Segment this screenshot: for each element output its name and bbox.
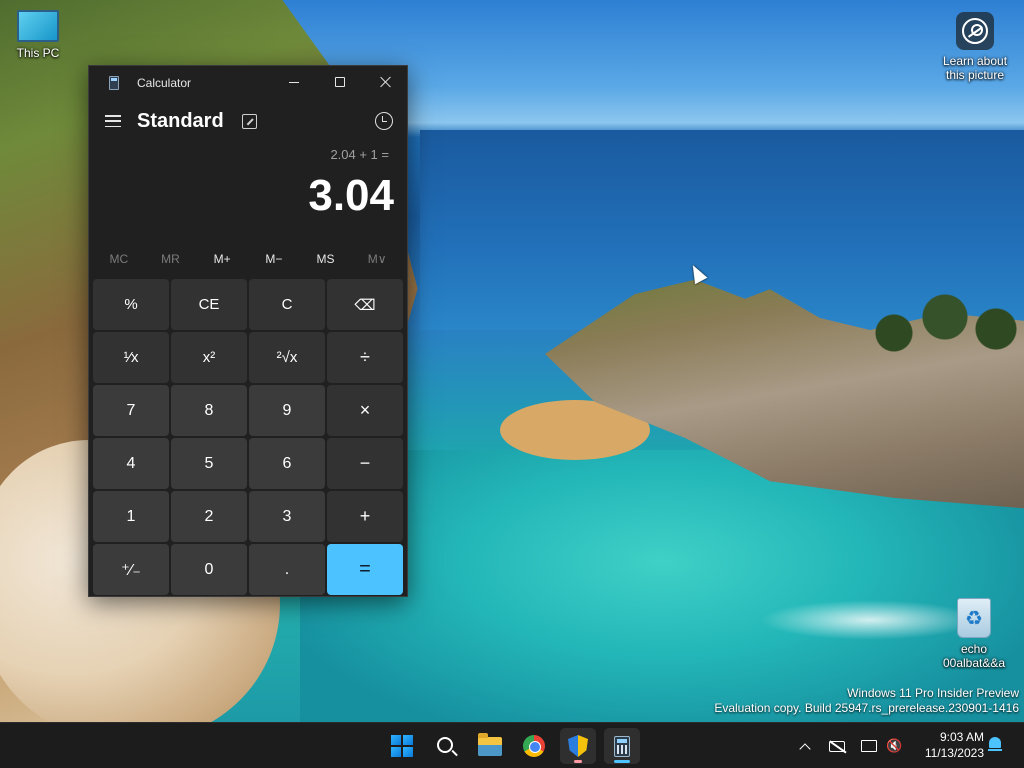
clear-entry-button[interactable]: CE bbox=[171, 279, 247, 330]
memory-subtract-button[interactable]: M− bbox=[248, 252, 300, 266]
learn-label-line2: this picture bbox=[945, 68, 1005, 82]
learn-label-line1: Learn about bbox=[942, 54, 1008, 68]
taskbar: 🔇 9:03 AM 11/13/2023 bbox=[0, 722, 1024, 768]
desktop-icon-label: Learn about this picture bbox=[943, 54, 1007, 82]
watermark-line2: Evaluation copy. Build 25947.rs_prerelea… bbox=[714, 701, 1019, 715]
digit-5-button[interactable]: 5 bbox=[171, 438, 247, 489]
multiply-button[interactable]: × bbox=[327, 385, 403, 436]
taskbar-clock[interactable]: 9:03 AM 11/13/2023 bbox=[914, 729, 984, 761]
calculator-icon bbox=[614, 735, 630, 757]
percent-button[interactable]: % bbox=[93, 279, 169, 330]
divide-button[interactable]: ÷ bbox=[327, 332, 403, 383]
camera-info-icon bbox=[956, 12, 994, 50]
maximize-icon bbox=[335, 77, 345, 87]
desktop-icon-label: echo 00albat&&a bbox=[943, 642, 1005, 670]
memory-store-button[interactable]: MS bbox=[300, 252, 352, 266]
backspace-button[interactable]: ⌫ bbox=[327, 279, 403, 330]
desktop-icon-learn-about-picture[interactable]: Learn about this picture bbox=[935, 12, 1015, 82]
taskbar-calculator[interactable] bbox=[604, 728, 640, 764]
memory-list-button[interactable]: M∨ bbox=[351, 252, 403, 266]
recycle-label-line1: echo bbox=[960, 642, 988, 656]
minus-button[interactable]: − bbox=[327, 438, 403, 489]
digit-7-button[interactable]: 7 bbox=[93, 385, 169, 436]
calculator-app-icon bbox=[109, 75, 119, 90]
expression-display: 2.04 + 1 = bbox=[330, 147, 389, 162]
reciprocal-button[interactable]: ¹⁄x bbox=[93, 332, 169, 383]
navigation-menu-button[interactable] bbox=[105, 115, 121, 127]
network-disconnected-icon bbox=[829, 740, 845, 752]
digit-6-button[interactable]: 6 bbox=[249, 438, 325, 489]
digit-2-button[interactable]: 2 bbox=[171, 491, 247, 542]
taskbar-search-button[interactable] bbox=[428, 728, 464, 764]
memory-add-button[interactable]: M+ bbox=[196, 252, 248, 266]
digit-3-button[interactable]: 3 bbox=[249, 491, 325, 542]
negate-button[interactable]: ⁺⁄₋ bbox=[93, 544, 169, 595]
close-button[interactable] bbox=[363, 66, 409, 98]
monitor-icon bbox=[17, 10, 59, 42]
volume-muted-icon: 🔇 bbox=[886, 738, 903, 753]
minimize-button[interactable] bbox=[271, 66, 317, 98]
desktop-icon-label: This PC bbox=[16, 46, 60, 60]
taskbar-chrome[interactable] bbox=[516, 728, 552, 764]
volume-status[interactable]: 🔇 bbox=[886, 723, 902, 768]
digit-9-button[interactable]: 9 bbox=[249, 385, 325, 436]
close-icon bbox=[380, 76, 392, 88]
notifications-button[interactable] bbox=[988, 737, 1002, 753]
running-indicator bbox=[574, 760, 582, 763]
square-root-button[interactable]: ²√x bbox=[249, 332, 325, 383]
minimize-icon bbox=[289, 81, 299, 83]
square-button[interactable]: x² bbox=[171, 332, 247, 383]
display-status[interactable] bbox=[861, 723, 879, 768]
recycle-bin-icon: ♻ bbox=[957, 598, 991, 638]
active-indicator bbox=[614, 760, 630, 763]
desktop-icon-this-pc[interactable]: This PC bbox=[0, 10, 78, 60]
plus-button[interactable]: + bbox=[327, 491, 403, 542]
mode-title: Standard bbox=[137, 109, 224, 132]
calculator-header: Standard bbox=[89, 99, 407, 143]
bell-icon bbox=[989, 737, 1001, 748]
window-title: Calculator bbox=[137, 75, 192, 90]
chevron-up-icon bbox=[799, 742, 811, 755]
memory-clear-button[interactable]: MC bbox=[93, 252, 145, 266]
taskbar-file-explorer[interactable] bbox=[472, 728, 508, 764]
show-hidden-icons-button[interactable] bbox=[797, 723, 813, 768]
decimal-button[interactable]: . bbox=[249, 544, 325, 595]
history-button[interactable] bbox=[375, 112, 393, 130]
digit-4-button[interactable]: 4 bbox=[93, 438, 169, 489]
search-icon bbox=[436, 736, 453, 753]
maximize-button[interactable] bbox=[317, 66, 363, 98]
clock-time: 9:03 AM bbox=[939, 730, 984, 744]
clock-date: 11/13/2023 bbox=[924, 746, 984, 760]
clear-button[interactable]: C bbox=[249, 279, 325, 330]
keep-on-top-button[interactable] bbox=[241, 113, 257, 129]
calculator-window: Calculator Standard 2.04 + 1 = 3.04 MC M… bbox=[88, 65, 408, 597]
security-shield-icon bbox=[568, 735, 588, 757]
os-watermark: Windows 11 Pro Insider Preview Evaluatio… bbox=[714, 686, 1019, 716]
digit-0-button[interactable]: 0 bbox=[171, 544, 247, 595]
title-bar[interactable]: Calculator bbox=[89, 66, 407, 99]
windows-logo-icon bbox=[391, 735, 413, 757]
network-status[interactable] bbox=[829, 723, 847, 768]
equals-button[interactable]: = bbox=[327, 544, 403, 595]
desktop-icon-recycle-bin[interactable]: ♻ echo 00albat&&a bbox=[934, 598, 1014, 670]
display-icon bbox=[861, 740, 877, 752]
digit-8-button[interactable]: 8 bbox=[171, 385, 247, 436]
digit-1-button[interactable]: 1 bbox=[93, 491, 169, 542]
watermark-line1: Windows 11 Pro Insider Preview bbox=[847, 686, 1019, 700]
result-display: 3.04 bbox=[308, 171, 394, 220]
start-button[interactable] bbox=[384, 728, 420, 764]
recycle-label-line2: 00albat&&a bbox=[942, 656, 1006, 670]
keypad: % CE C ⌫ ¹⁄x x² ²√x ÷ 7 8 9 × 4 5 6 − 1 … bbox=[90, 279, 407, 595]
taskbar-security[interactable] bbox=[560, 728, 596, 764]
chrome-icon bbox=[523, 735, 545, 757]
file-explorer-icon bbox=[478, 732, 502, 756]
wallpaper-trees bbox=[860, 285, 1024, 365]
memory-bar: MC MR M+ M− MS M∨ bbox=[89, 245, 407, 273]
memory-recall-button[interactable]: MR bbox=[145, 252, 197, 266]
